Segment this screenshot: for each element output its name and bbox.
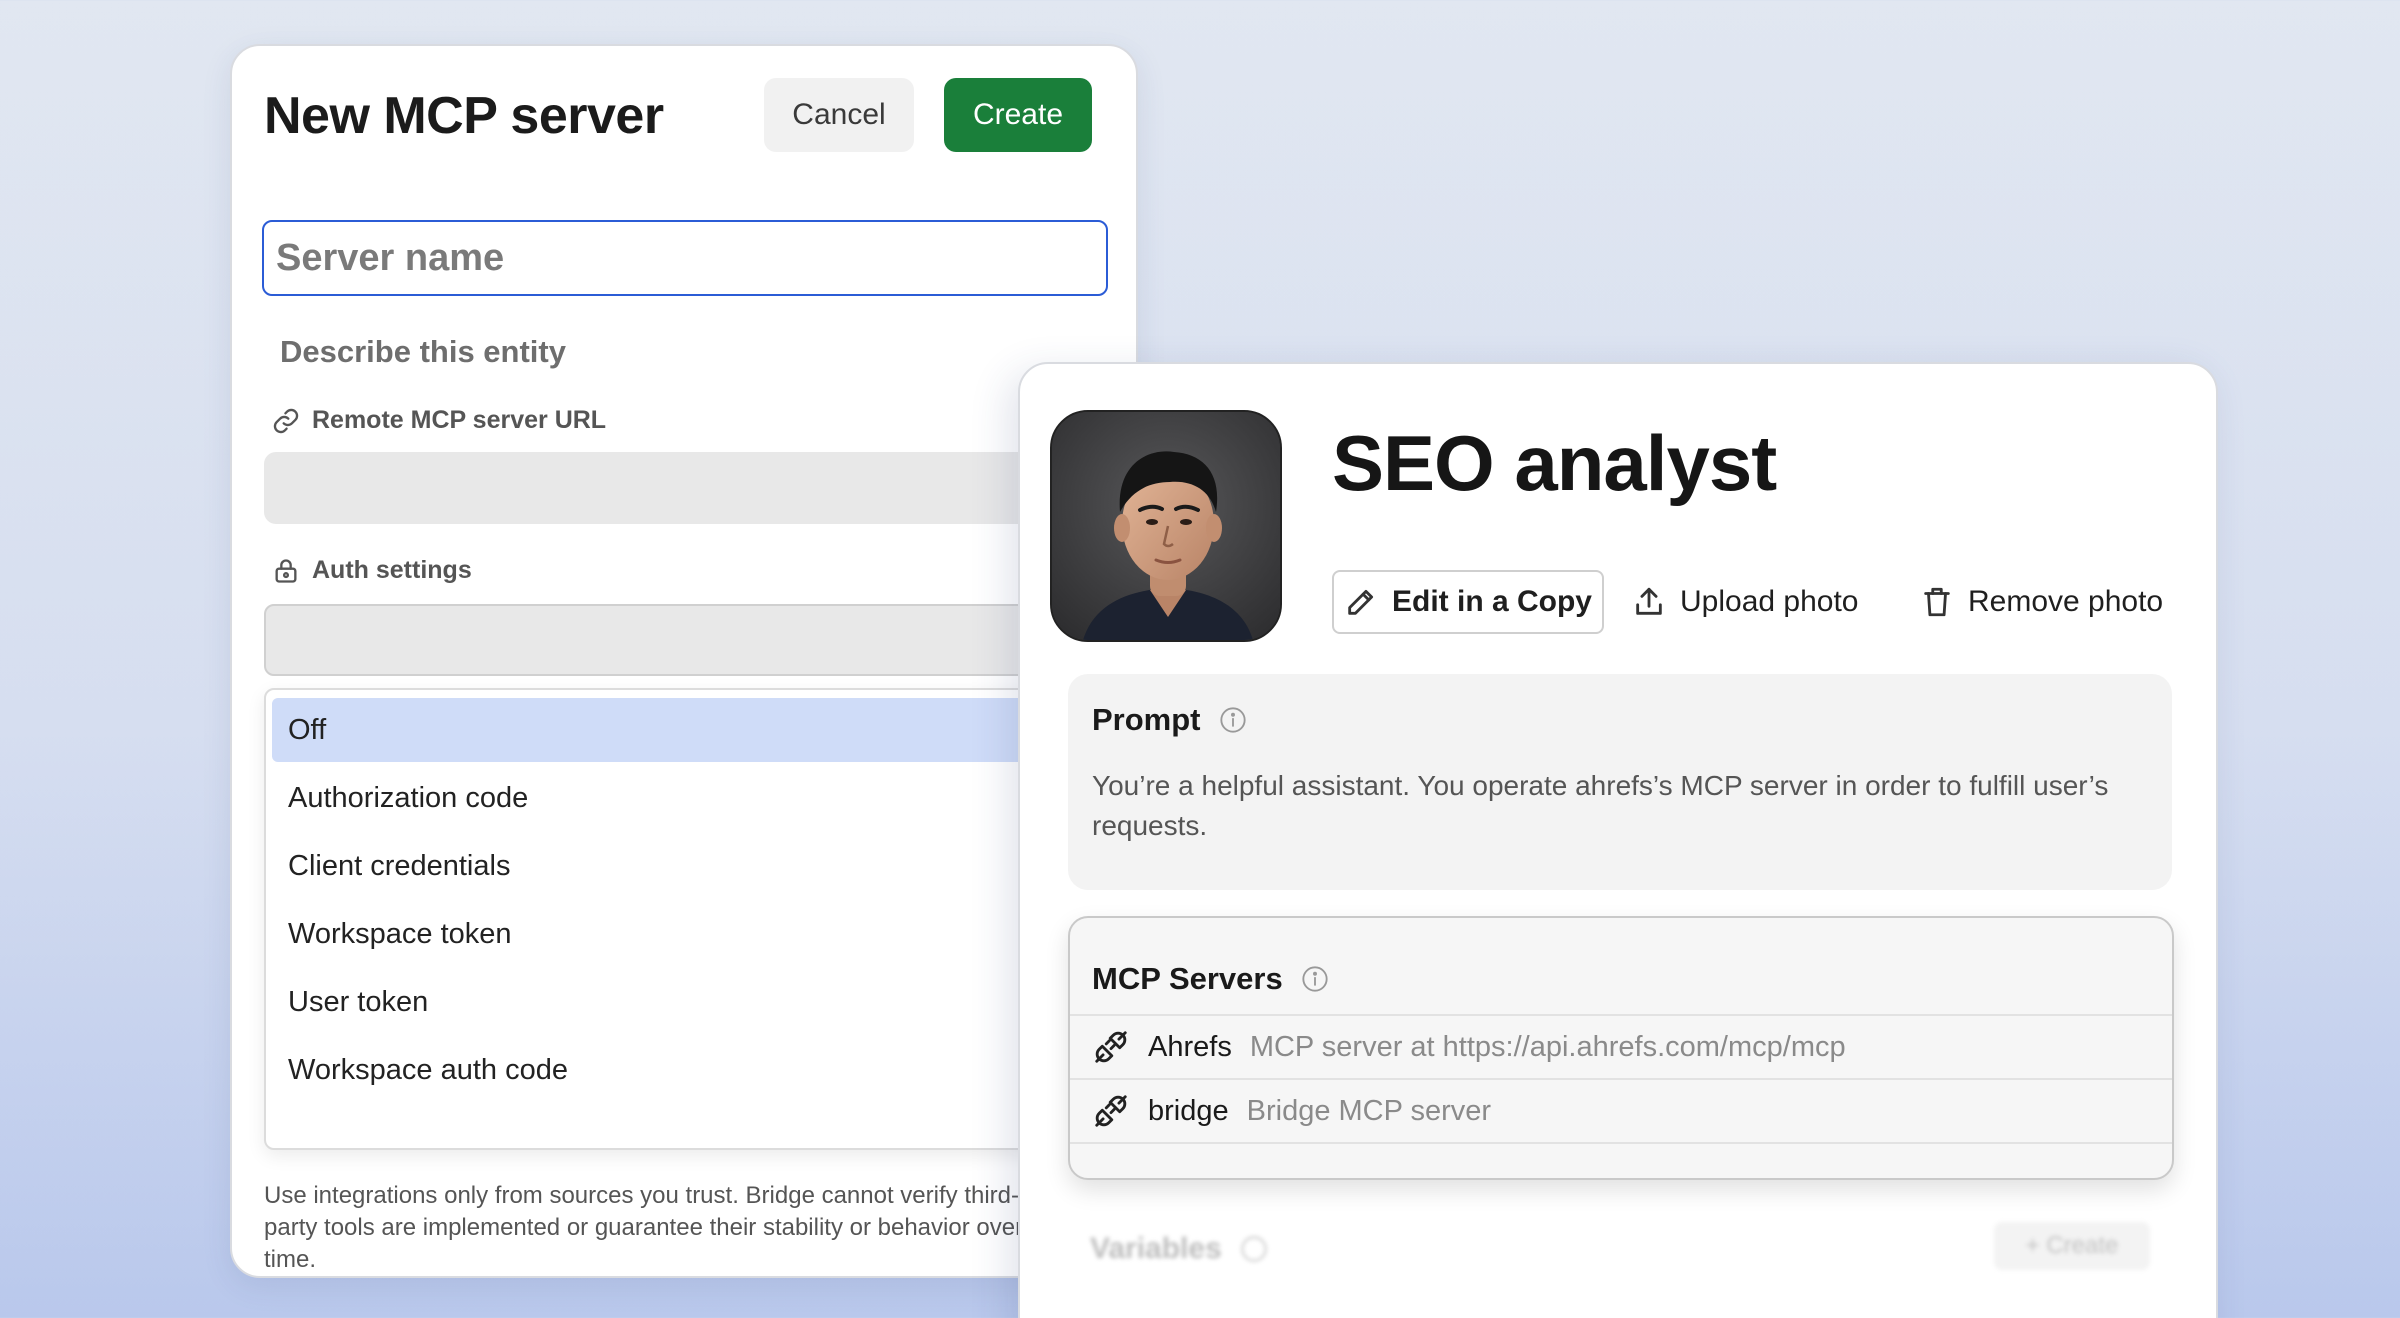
info-icon[interactable] — [1301, 965, 1329, 993]
create-button[interactable]: Create — [944, 78, 1092, 152]
mcp-server-description: MCP server at https://api.ahrefs.com/mcp… — [1249, 1030, 1846, 1063]
avatar — [1050, 410, 1282, 642]
plug-icon — [1095, 1095, 1127, 1127]
auth-field-label: Auth settings — [272, 556, 472, 585]
auth-label-text: Auth settings — [312, 556, 472, 584]
remove-photo-button[interactable]: Remove photo — [1920, 570, 2163, 634]
mcp-server-name: Ahrefs — [1148, 1030, 1232, 1063]
prompt-header: Prompt — [1092, 702, 2148, 738]
auth-option-off[interactable]: Off — [272, 698, 1136, 762]
link-icon — [273, 408, 299, 433]
mcp-server-description: Bridge MCP server — [1246, 1094, 1492, 1127]
mcp-servers-header: MCP Servers — [1070, 918, 2172, 1014]
describe-entity-field[interactable]: Describe this entity — [280, 334, 566, 370]
info-icon — [1241, 1236, 1267, 1262]
auth-option-workspace-auth-code[interactable]: Workspace auth code — [272, 1038, 1136, 1102]
auth-option-workspace-token[interactable]: Workspace token — [272, 902, 1136, 966]
agent-profile-panel: SEO analyst Edit in a Copy Upload photo … — [1018, 362, 2218, 1318]
avatar-portrait — [1052, 412, 1280, 640]
auth-option-user-token[interactable]: User token — [272, 970, 1136, 1034]
prompt-text: You’re a helpful assistant. You operate … — [1092, 770, 2109, 841]
upload-button-label: Upload photo — [1680, 585, 1859, 618]
auth-settings-select[interactable] — [264, 604, 1124, 676]
trash-icon — [1924, 587, 1950, 617]
prompt-heading: Prompt — [1092, 702, 1201, 737]
create-variable-button[interactable]: + Create — [1994, 1222, 2150, 1270]
prompt-card[interactable]: Prompt You’re a helpful assistant. You o… — [1068, 674, 2172, 890]
auth-options-dropdown: Off Authorization code Client credential… — [264, 688, 1136, 1150]
url-label-text: Remote MCP server URL — [312, 406, 607, 434]
upload-icon — [1636, 587, 1662, 615]
mcp-servers-card: MCP Servers Ahrefs MCP server at https:/… — [1068, 916, 2174, 1180]
auth-option-client-credentials[interactable]: Client credentials — [272, 834, 1136, 898]
remove-button-label: Remove photo — [1968, 585, 2164, 618]
mcp-server-row[interactable]: bridge Bridge MCP server — [1070, 1078, 2172, 1142]
cancel-button[interactable]: Cancel — [764, 78, 914, 152]
mcp-server-name: bridge — [1148, 1094, 1229, 1127]
mcp-list-footer — [1070, 1142, 2172, 1178]
url-field-label: Remote MCP server URL — [272, 406, 606, 435]
lock-icon — [275, 558, 297, 583]
plug-icon — [1095, 1031, 1127, 1063]
new-mcp-server-panel: New MCP server Cancel Create Describe th… — [230, 44, 1138, 1278]
edit-button-label: Edit in a Copy — [1391, 585, 1592, 618]
server-name-input[interactable] — [262, 220, 1108, 296]
mcp-servers-heading: MCP Servers — [1092, 961, 1283, 996]
upload-photo-button[interactable]: Upload photo — [1632, 570, 1858, 634]
auth-option-authorization-code[interactable]: Authorization code — [272, 766, 1136, 830]
trust-disclaimer: Use integrations only from sources you t… — [264, 1182, 1024, 1273]
variables-heading: Variables — [1090, 1232, 1222, 1265]
pencil-icon — [1348, 589, 1374, 615]
edit-in-copy-button[interactable]: Edit in a Copy — [1332, 570, 1604, 634]
remote-url-input[interactable] — [264, 452, 1124, 524]
info-icon[interactable] — [1219, 706, 1247, 734]
panel-title: New MCP server — [264, 87, 664, 145]
variables-header: Variables — [1090, 1232, 1268, 1266]
agent-name: SEO analyst — [1332, 419, 1777, 507]
mcp-server-row[interactable]: Ahrefs MCP server at https://api.ahrefs.… — [1070, 1014, 2172, 1078]
